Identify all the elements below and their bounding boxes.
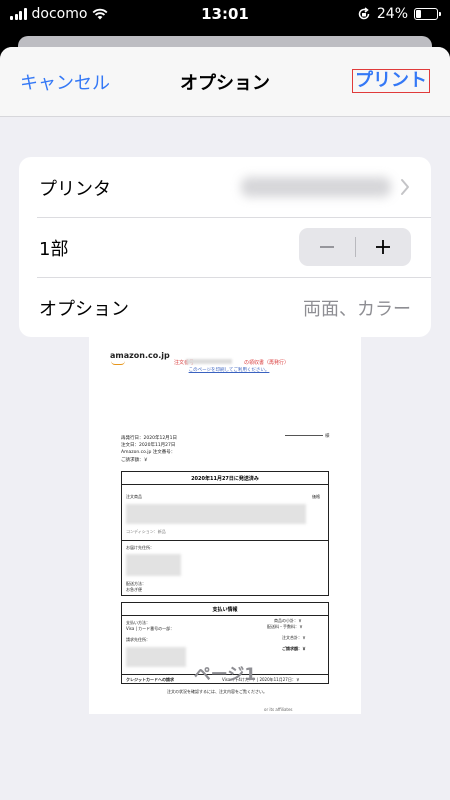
options-value: 両面、カラー: [303, 299, 411, 320]
options-label: オプション: [39, 299, 129, 320]
status-right: 24%: [357, 6, 441, 22]
print-button[interactable]: プリント: [352, 69, 430, 93]
receipt-document: amazon.co.jp 注文番号 の領収書（再発行） このページを印刷してご利…: [89, 331, 361, 714]
order-total-label: 注文合計：￥: [282, 635, 306, 640]
printer-label: プリンタ: [39, 179, 111, 200]
minus-icon: [319, 246, 334, 248]
total-label: ご請求額：￥: [121, 458, 148, 463]
item-header: 注文商品: [126, 494, 142, 499]
ship-method-value: お急ぎ便: [126, 587, 142, 592]
increment-button[interactable]: [356, 228, 412, 266]
order-date: 注文日：2020年11月27日: [121, 443, 176, 448]
reissue-date: 再発行日：2020年12月1日: [121, 436, 178, 441]
amazon-smile-icon: [111, 361, 125, 365]
orientation-lock-icon: [358, 7, 370, 20]
divider: [122, 484, 328, 485]
order-number-label: Amazon.co.jp 注文番号：: [121, 450, 176, 455]
options-row[interactable]: オプション 両面、カラー: [19, 277, 431, 337]
navigation-bar: キャンセル オプション プリント: [0, 47, 450, 117]
divider: [122, 540, 328, 541]
print-settings-group: プリンタ 1部 オプション 両面、カラー: [19, 157, 431, 337]
page-number-label: ページ1: [193, 665, 257, 685]
ship-to-label: お届け先住所：: [126, 545, 154, 550]
sama-label: 様: [325, 434, 330, 439]
divider: [122, 615, 328, 616]
status-bar: docomo 13:01 24%: [0, 0, 450, 30]
item-condition: コンディション：新品: [126, 529, 166, 534]
copies-row: 1部: [19, 217, 431, 277]
check-status-text: 注文の状況を確認するには、注文内容をご覧ください。: [167, 689, 267, 694]
amazon-logo: amazon.co.jp: [110, 351, 170, 360]
card-line: Visa | カード番号の一部：: [126, 626, 175, 631]
decrement-button[interactable]: [299, 228, 355, 266]
copies-label: 1部: [39, 239, 69, 260]
chevron-right-icon: [401, 179, 409, 195]
order-number-redacted: [186, 359, 232, 364]
price-header: 価格: [312, 494, 320, 499]
printer-row[interactable]: プリンタ: [19, 157, 431, 217]
grand-total-label: ご請求額：￥: [282, 646, 306, 651]
payment-title: 支払い情報: [212, 607, 238, 613]
shipped-title: 2020年11月27日に発送済み: [191, 476, 259, 482]
battery-level: [416, 10, 421, 18]
shipping-fee-label: 配送料・手数料：￥: [267, 624, 303, 629]
item-name-redacted: [126, 504, 306, 524]
order-title-suffix: の領収書（再発行）: [244, 360, 290, 366]
billing-address-label: 請求先住所：: [126, 637, 150, 642]
print-link: このページを印刷してご利用ください。: [188, 368, 270, 373]
name-underline: [285, 435, 323, 436]
battery-percent: 24%: [376, 6, 408, 22]
printer-name-redacted: [241, 177, 391, 197]
shipment-box: 2020年11月27日に発送済み 注文商品 価格 コンディション：新品 お届け先…: [121, 471, 329, 596]
address-redacted: [126, 554, 181, 576]
footer-affiliates: or its affiliates: [264, 707, 293, 712]
plus-icon: [376, 240, 391, 254]
cancel-button[interactable]: キャンセル: [20, 69, 110, 95]
copies-stepper: [299, 228, 411, 266]
page-preview[interactable]: amazon.co.jp 注文番号 の領収書（再発行） このページを印刷してご利…: [89, 331, 361, 714]
battery-icon: [414, 8, 441, 20]
